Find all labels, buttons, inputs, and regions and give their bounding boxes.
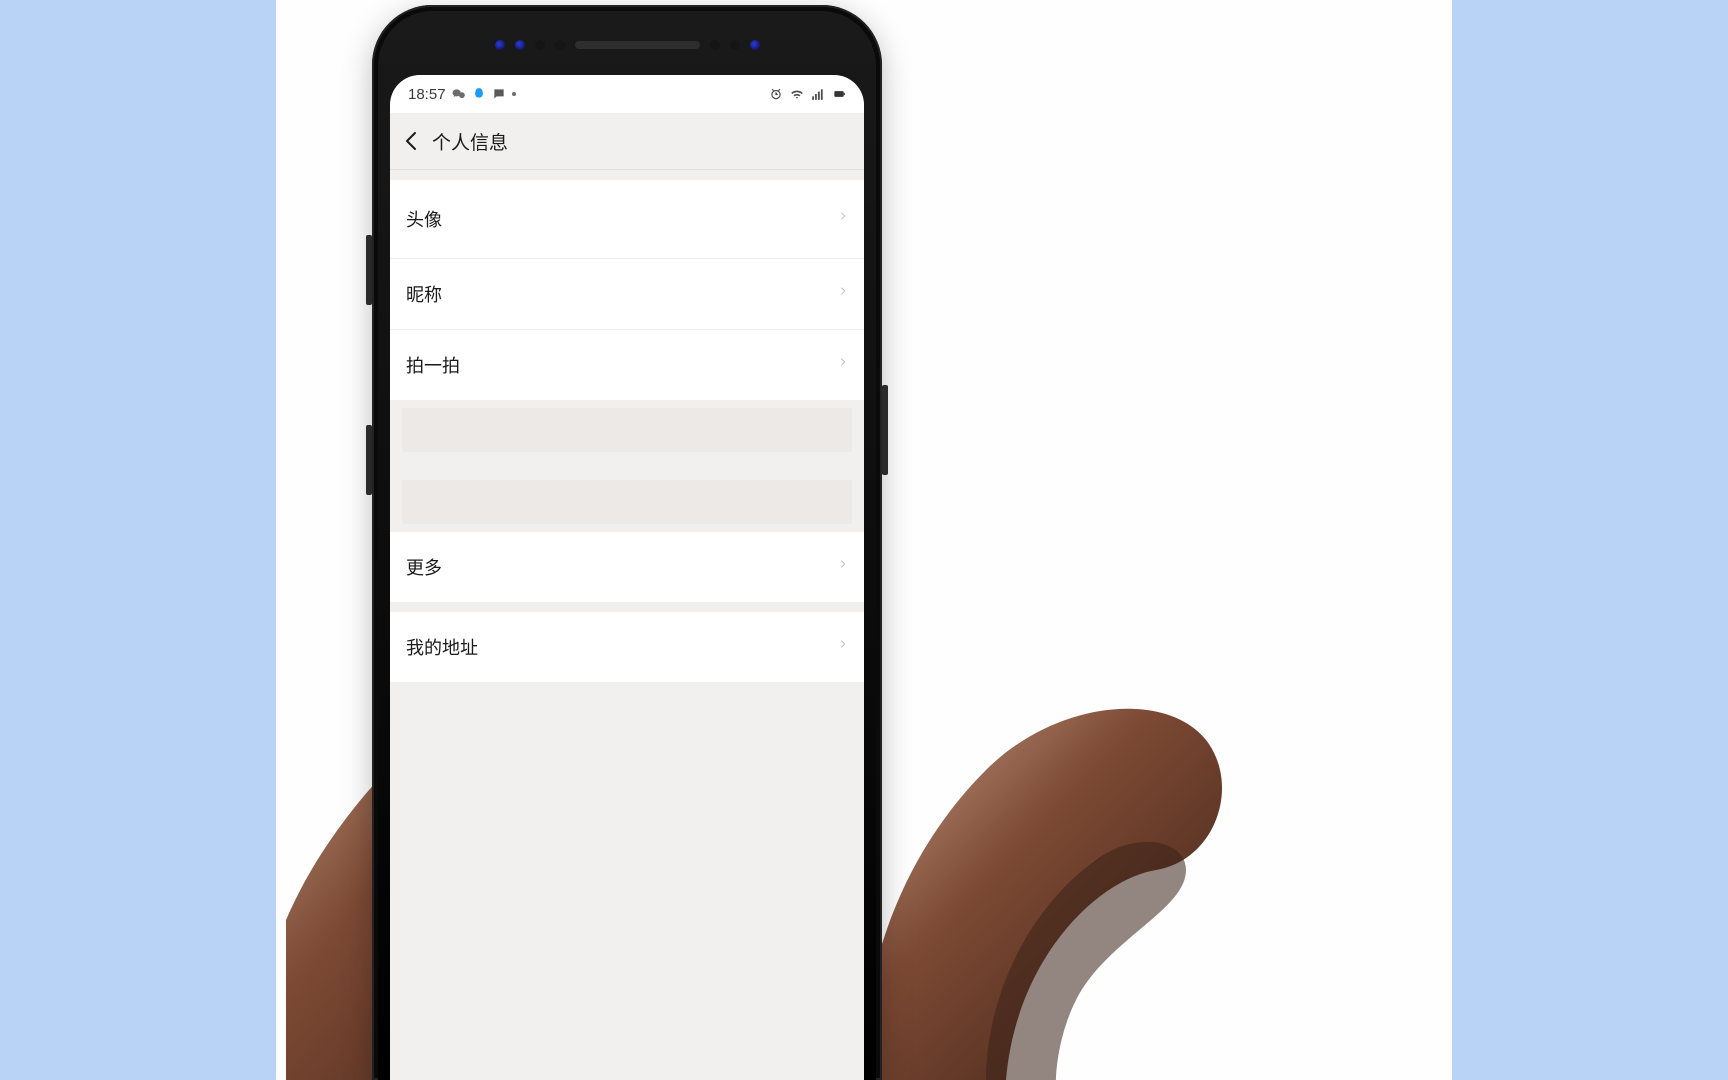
chevron-right-icon	[838, 639, 848, 655]
qq-icon	[472, 87, 486, 101]
row-more[interactable]: 更多	[390, 532, 864, 602]
more-dot-icon	[512, 92, 516, 96]
wifi-icon	[790, 87, 804, 101]
chevron-right-icon	[838, 357, 848, 373]
redacted-row	[402, 408, 852, 452]
power-button	[882, 385, 888, 475]
back-icon[interactable]	[400, 129, 424, 153]
row-label: 昵称	[406, 281, 442, 307]
status-bar: 18:57	[390, 75, 864, 113]
wechat-icon	[452, 87, 466, 101]
battery-icon	[832, 87, 846, 101]
stage: 18:57	[0, 0, 1728, 1080]
phone-frame: 18:57	[372, 5, 882, 1080]
row-pat[interactable]: 拍一拍	[390, 330, 864, 400]
chevron-right-icon	[838, 559, 848, 575]
chat-bubble-icon	[492, 87, 506, 101]
section-gap	[390, 460, 864, 472]
status-time: 18:57	[408, 86, 446, 103]
row-label: 头像	[406, 206, 442, 232]
empty-area	[390, 682, 864, 1080]
signal-icon	[811, 87, 825, 101]
chevron-right-icon	[838, 286, 848, 302]
row-label: 更多	[406, 554, 442, 580]
volume-down-button	[366, 425, 372, 495]
profile-section-2: 更多	[390, 532, 864, 602]
row-my-address[interactable]: 我的地址	[390, 612, 864, 682]
profile-section-1: 头像 昵称 拍一拍	[390, 180, 864, 400]
row-nickname[interactable]: 昵称	[390, 259, 864, 330]
profile-section-3: 我的地址	[390, 612, 864, 682]
row-label: 我的地址	[406, 634, 478, 660]
right-margin	[1452, 0, 1728, 1080]
center-panel: 18:57	[276, 0, 1452, 1080]
chevron-right-icon	[838, 211, 848, 227]
alarm-icon	[769, 87, 783, 101]
phone-screen: 18:57	[390, 75, 864, 1080]
nav-header: 个人信息	[390, 113, 864, 170]
row-label: 拍一拍	[406, 352, 460, 378]
row-avatar[interactable]: 头像	[390, 180, 864, 259]
left-margin	[0, 0, 276, 1080]
page-title: 个人信息	[432, 128, 508, 155]
sensor-cluster	[372, 25, 882, 65]
volume-up-button	[366, 235, 372, 305]
redacted-row	[402, 480, 852, 524]
